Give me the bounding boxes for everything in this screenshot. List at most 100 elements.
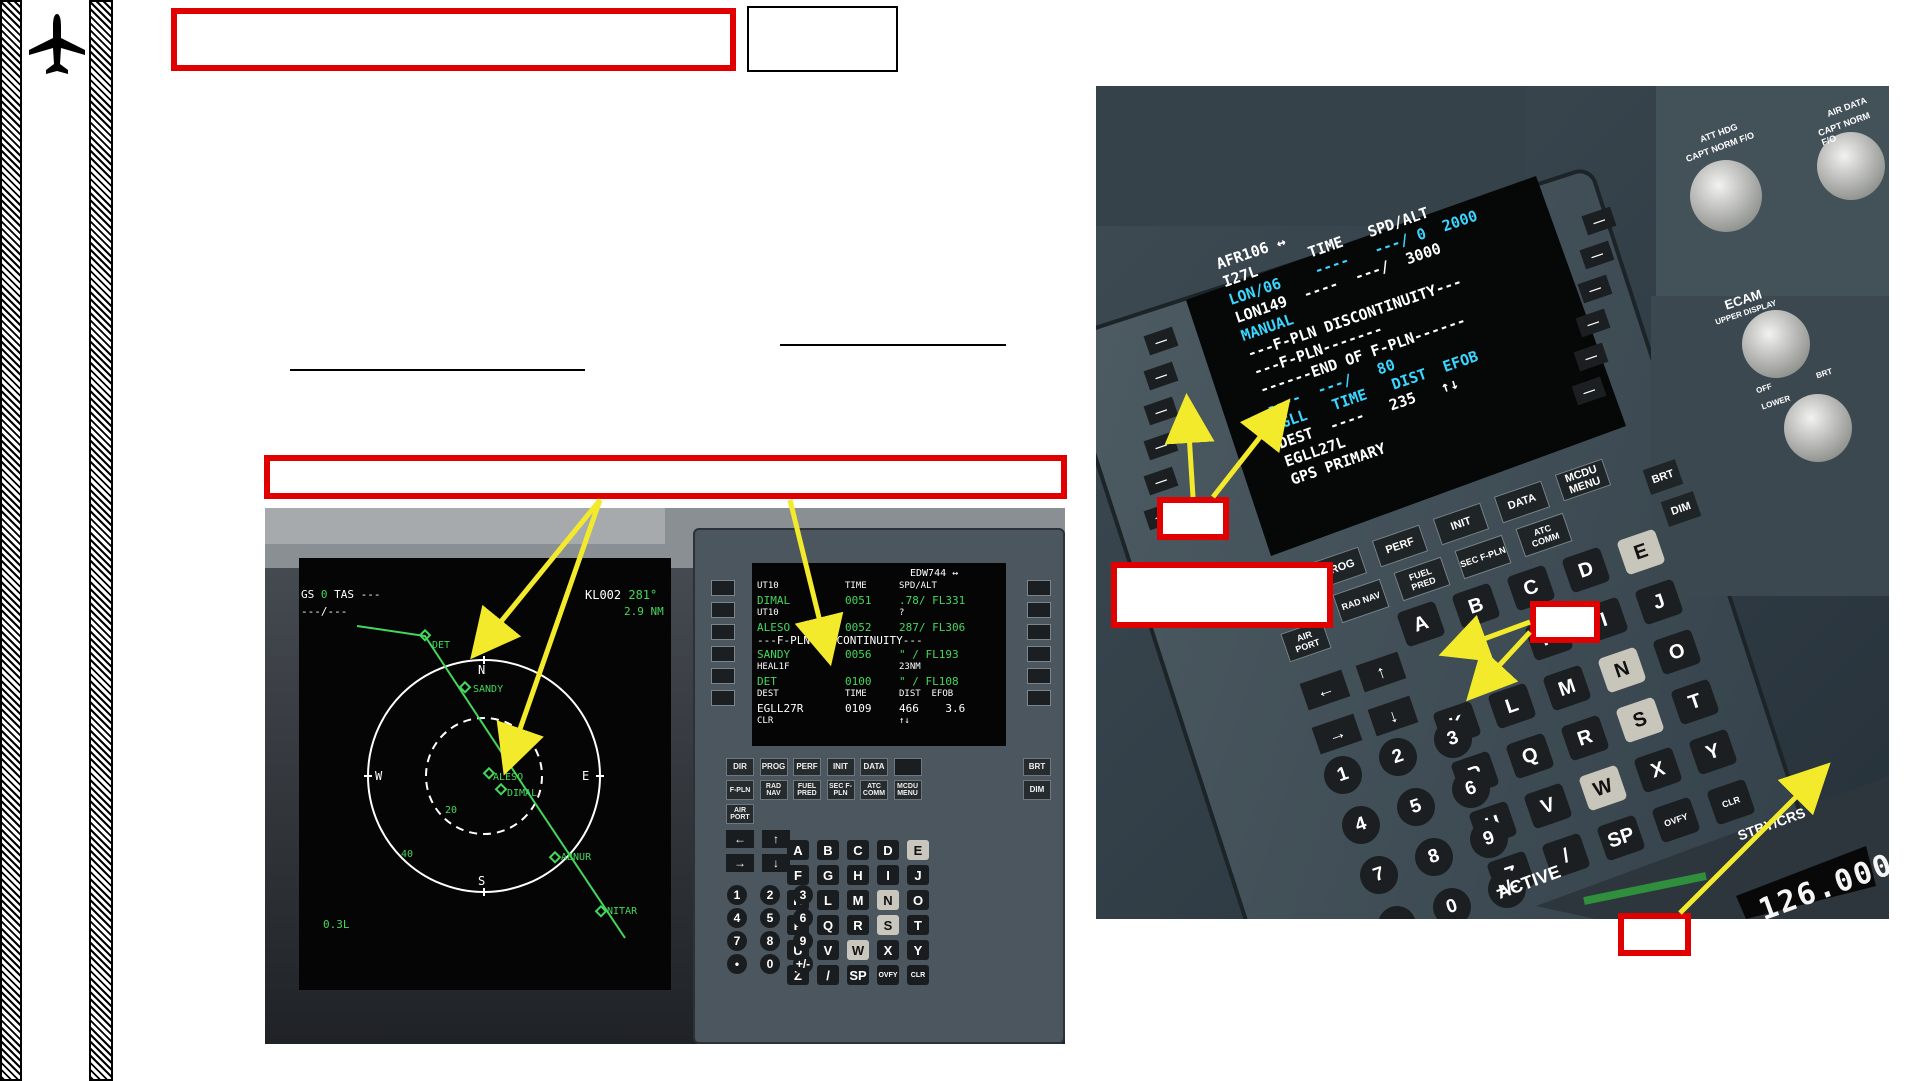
- mcdu-small-cell: 466 3.6: [899, 701, 966, 715]
- mcdu-small-key[interactable]: INIT: [826, 758, 855, 776]
- mcdu-small-number-key[interactable]: 4: [727, 908, 747, 928]
- wpt-dimal: [494, 782, 508, 796]
- mcdu-small-key[interactable]: F-PLN: [726, 780, 754, 800]
- mcdu-small-lsk-key[interactable]: [711, 602, 735, 618]
- mcdu-small-key[interactable]: PROG: [759, 758, 788, 776]
- mcdu-small-key[interactable]: FUEL PRED: [793, 780, 821, 800]
- mcdu-small-cell: 0100: [845, 674, 872, 688]
- mcdu-small-rows: UT10 TIME SPD/ALT DIMAL 0051.78/ FL331 UT10? A…: [757, 580, 1003, 729]
- mcdu-small-letter-key[interactable]: M: [847, 890, 869, 910]
- mcdu-small-letter-key[interactable]: Q: [817, 915, 839, 935]
- mcdu-small-key[interactable]: DATA: [860, 758, 888, 776]
- wpt-label-abnur: ABNUR: [561, 852, 592, 863]
- mcdu-small-number-key[interactable]: 6: [793, 908, 813, 928]
- mcdu-small-letter-key[interactable]: D: [877, 840, 899, 860]
- mcdu-small-lsk-key[interactable]: [1027, 624, 1051, 640]
- mcdu-small-letter-key[interactable]: O: [907, 890, 929, 910]
- mcdu-small-number-key[interactable]: 3: [793, 885, 813, 905]
- left-hatch-bar: [0, 0, 22, 1081]
- wpt-label-nitar: NITAR: [607, 906, 638, 917]
- mcdu-small-number-key[interactable]: 9: [793, 931, 813, 951]
- mcdu-small-lsk-key[interactable]: [1027, 668, 1051, 684]
- mcdu-small-letter-key[interactable]: S: [877, 915, 899, 935]
- mcdu-small-letter-key[interactable]: H: [847, 865, 869, 885]
- att-hdg-knob: [1690, 160, 1762, 232]
- mcdu-small-key[interactable]: PERF: [793, 758, 821, 776]
- mcdu-small-cell: HEAL1F: [757, 662, 790, 672]
- mcdu-small-row: EGLL27R 0109 466 3.6: [757, 702, 1003, 716]
- mcdu-small-number-key[interactable]: 8: [760, 931, 780, 951]
- mcdu-small-letter-key[interactable]: F: [787, 865, 809, 885]
- mcdu-small-letter-key[interactable]: T: [907, 915, 929, 935]
- mcdu-small-arrow-key[interactable]: →: [726, 854, 754, 872]
- airplane-icon: [27, 12, 87, 78]
- mcdu-small-lsk-key[interactable]: [1027, 646, 1051, 662]
- arrow-key-callout-box: [1530, 601, 1600, 643]
- wpt-label-sandy: SANDY: [473, 684, 504, 695]
- mcdu-small-lsk-key[interactable]: [711, 646, 735, 662]
- mcdu-small-lsk-key[interactable]: [1027, 580, 1051, 596]
- mcdu-small-letter-key[interactable]: J: [907, 865, 929, 885]
- mcdu-small-cell: DIST EFOB: [899, 689, 954, 699]
- mcdu-small-letter-key[interactable]: OVFY: [877, 965, 899, 985]
- mcdu-small-letter-key[interactable]: /: [817, 965, 839, 985]
- mcdu-small-number-key[interactable]: 1: [727, 885, 747, 905]
- mcdu-small-number-key[interactable]: 0: [760, 954, 780, 974]
- mcdu-small-key[interactable]: ATC COMM: [860, 780, 888, 800]
- mcdu-small-key[interactable]: DIM: [1023, 780, 1051, 800]
- ecam-lower-knob: [1784, 394, 1852, 462]
- mcdu-small-lsk-key[interactable]: [711, 580, 735, 596]
- mcdu-small-lsk-key[interactable]: [1027, 602, 1051, 618]
- mcdu-small-letter-key[interactable]: I: [877, 865, 899, 885]
- title-box: [171, 8, 736, 71]
- mcdu-small-letter-key[interactable]: Y: [907, 940, 929, 960]
- mcdu-small-letter-key[interactable]: X: [877, 940, 899, 960]
- mcdu-small-letter-key[interactable]: SP: [847, 965, 869, 985]
- mcdu-small-key[interactable]: DIR: [726, 758, 754, 776]
- mid-label-box: [1111, 562, 1333, 628]
- mcdu-small-letter-key[interactable]: V: [817, 940, 839, 960]
- ring-20: 20: [445, 805, 458, 816]
- mcdu-small-key[interactable]: MCDU MENU: [893, 780, 922, 800]
- mcdu-small-letter-key[interactable]: G: [817, 865, 839, 885]
- left-screenshot: GS 0 TAS --- ---/--- KL002 281° 2.9 NM N…: [265, 508, 1065, 1044]
- ring-40: 40: [401, 849, 414, 860]
- link-underline-left: [290, 369, 585, 371]
- mcdu-small-letter-key[interactable]: CLR: [907, 965, 929, 985]
- mcdu-small-cell: 0051: [845, 593, 872, 607]
- mcdu-small-key[interactable]: AIR PORT: [726, 804, 754, 824]
- mcdu-small-cell: [845, 661, 899, 675]
- mcdu-small-lsk-key[interactable]: [711, 624, 735, 640]
- mcdu-small-key[interactable]: RAD NAV: [759, 780, 788, 800]
- mcdu-small-lsk-key[interactable]: [711, 668, 735, 684]
- wpt-abnur: [548, 850, 562, 864]
- mcdu-small-lsk-key[interactable]: [711, 690, 735, 706]
- mcdu-small-number-key[interactable]: 5: [760, 908, 780, 928]
- mcdu-small-cell: TIME: [845, 689, 867, 699]
- mcdu-small-letter-key[interactable]: R: [847, 915, 869, 935]
- mcdu-small-key[interactable]: SEC F-PLN: [826, 780, 855, 800]
- mcdu-small-row: SANDY 0056 " / FL193: [757, 648, 1003, 662]
- mcdu-small-arrow-key[interactable]: ↓: [762, 854, 790, 872]
- mcdu-small-key[interactable]: BRT: [1023, 758, 1051, 776]
- mcdu-small-number-key[interactable]: •: [727, 954, 747, 974]
- mcdu-small-letter-key[interactable]: B: [817, 840, 839, 860]
- mcdu-small-letter-key[interactable]: W: [847, 940, 869, 960]
- mcdu-small-key[interactable]: [893, 758, 922, 776]
- mcdu-small-letter-key[interactable]: N: [877, 890, 899, 910]
- mcdu-small-number-key[interactable]: +/-: [793, 954, 813, 974]
- mcdu-small-letter-key[interactable]: L: [817, 890, 839, 910]
- mcdu-small-arrow-key[interactable]: ↑: [762, 830, 790, 848]
- wpt-label-aleso: ALESO: [493, 772, 524, 783]
- nd-compass: [356, 625, 626, 939]
- mcdu-small-arrow-key[interactable]: ←: [726, 830, 754, 848]
- mcdu-small-cell: [845, 607, 899, 621]
- mcdu-small-row: HEAL1F 23NM: [757, 661, 1003, 675]
- mcdu-small-number-key[interactable]: 2: [760, 885, 780, 905]
- mcdu-small-cell: [899, 634, 1003, 648]
- mcdu-small-lsk-key[interactable]: [1027, 690, 1051, 706]
- mcdu-small-letter-key[interactable]: A: [787, 840, 809, 860]
- mcdu-small-letter-key[interactable]: C: [847, 840, 869, 860]
- mcdu-small-number-key[interactable]: 7: [727, 931, 747, 951]
- mcdu-small-letter-key[interactable]: E: [907, 840, 929, 860]
